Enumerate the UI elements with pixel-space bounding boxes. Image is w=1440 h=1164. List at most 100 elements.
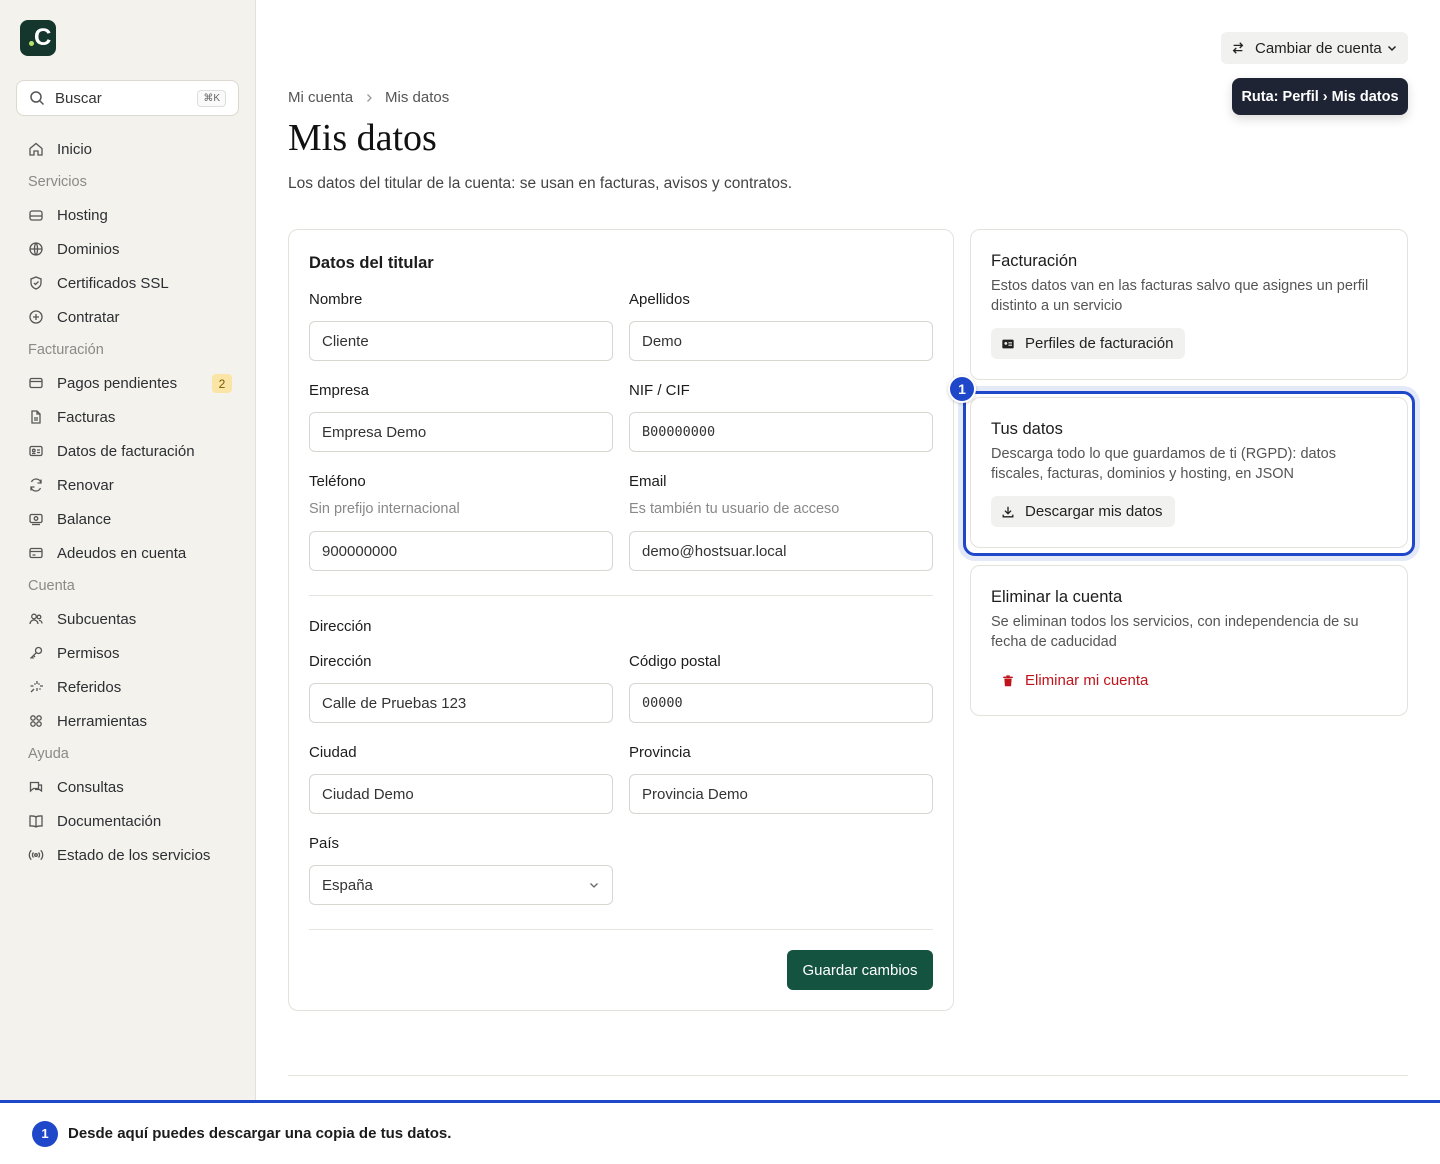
route-tooltip: Ruta: Perfil › Mis datos [1232,78,1408,115]
tour-highlight-ring [963,391,1415,556]
tour-step-number: 1 [32,1120,58,1147]
delete-account-card: Eliminar la cuenta Se eliminan todos los… [970,565,1408,716]
telefono-hint: Sin prefijo internacional [309,501,460,517]
sidebar-item-estado[interactable]: Estado de los servicios [16,838,240,872]
delete-card-desc: Se eliminan todos los servicios, con ind… [991,614,1359,650]
sidebar-item-label: Estado de los servicios [57,846,211,864]
sidebar-item-documentacion[interactable]: Documentación [16,804,240,838]
email-label: Email [629,473,667,490]
book-icon [29,815,43,828]
sidebar-item-label: Contratar [57,308,120,326]
sidebar-item-inicio[interactable]: Inicio [16,132,240,166]
ciudad-input[interactable]: Ciudad Demo [309,774,613,814]
telefono-label: Teléfono [309,473,366,490]
save-button[interactable]: Guardar cambios [787,950,933,990]
server-icon [29,210,43,221]
email-input[interactable]: demo@hostsuar.local [629,531,933,571]
empresa-label: Empresa [309,382,370,399]
search-placeholder: Buscar [55,89,102,107]
sidebar-item-label: Dominios [57,240,120,258]
nif-label: NIF / CIF [629,382,690,399]
email-hint: Es también tu usuario de acceso [629,501,840,517]
cash-icon [29,513,43,526]
page-title: Mis datos [288,117,437,159]
nav-section-facturacion: Facturación [28,342,104,358]
sidebar-item-subcuentas[interactable]: Subcuentas [16,602,240,636]
cp-label: Código postal [629,653,721,670]
sidebar-item-dominios[interactable]: Dominios [16,232,240,266]
cp-input[interactable]: 00000 [629,683,933,723]
sidebar-item-adeudos[interactable]: Adeudos en cuenta [16,536,240,570]
nav-section-servicios: Servicios [28,174,87,190]
pais-select[interactable]: España [309,865,613,905]
telefono-input[interactable]: 900000000 [309,531,613,571]
tour-step-text: Desde aquí puedes descargar una copia de… [68,1125,452,1142]
provincia-input[interactable]: Provincia Demo [629,774,933,814]
search-shortcut: ⌘K [197,89,226,107]
trash-icon [1003,674,1013,686]
sidebar-item-label: Facturas [57,408,116,426]
sidebar-item-label: Datos de facturación [57,442,195,460]
globe-icon [29,242,43,256]
sidebar-item-label: Consultas [57,778,124,796]
switch-account-label: Cambiar de cuenta [1255,39,1382,57]
chevron-down-icon [590,883,598,888]
key-icon [30,646,43,659]
delete-account-label: Eliminar mi cuenta [1025,672,1149,689]
sidebar-item-label: Certificados SSL [57,274,169,292]
nombre-label: Nombre [309,291,363,308]
sidebar-item-hosting[interactable]: Hosting [16,198,240,232]
sidebar-item-consultas[interactable]: Consultas [16,770,240,804]
empresa-input[interactable]: Empresa Demo [309,412,613,452]
pais-label: País [309,835,340,852]
pais-selected-value: España [322,876,373,894]
sidebar-item-label: Balance [57,510,112,528]
file-icon [31,410,41,424]
credit-card-icon [29,547,43,559]
broadcast-icon [28,849,44,861]
sidebar-item-label: Referidos [57,678,122,696]
sidebar-item-permisos[interactable]: Permisos [16,636,240,670]
sidebar-item-contratar[interactable]: Contratar [16,300,240,334]
sidebar-item-pagos[interactable]: Pagos pendientes 2 [16,366,240,400]
chat-icon [29,781,43,793]
billing-card: Facturación Estos datos van en las factu… [970,229,1408,380]
breadcrumb: Mi cuenta Mis datos [288,89,449,106]
nombre-input[interactable]: Cliente [309,321,613,361]
sidebar-item-label: Hosting [57,206,108,224]
billing-profiles-button[interactable]: Perfiles de facturación [991,328,1186,359]
direccion-label: Dirección [309,653,372,670]
nif-input[interactable]: B00000000 [629,412,933,452]
form-title: Datos del titular [309,254,434,272]
tour-bar: 1 Desde aquí puedes descargar una copia … [0,1100,1440,1164]
main-divider [288,1075,1408,1076]
refresh-icon [30,478,42,492]
billing-card-title: Facturación [991,252,1078,270]
direccion-input[interactable]: Calle de Pruebas 123 [309,683,613,723]
sidebar-item-renovar[interactable]: Renovar [16,468,240,502]
sidebar-item-referidos[interactable]: Referidos [16,670,240,704]
brand-logo[interactable]: C [20,20,56,56]
sparkles-icon [30,681,43,693]
logo-letter: C [34,24,52,51]
sidebar-item-label: Renovar [57,476,114,494]
chevron-down-icon [1387,45,1397,52]
sidebar-item-balance[interactable]: Balance [16,502,240,536]
search-input[interactable]: Buscar ⌘K [16,80,239,116]
apellidos-input[interactable]: Demo [629,321,933,361]
sidebar-item-herramientas[interactable]: Herramientas [16,704,240,738]
provincia-label: Provincia [629,744,691,761]
sidebar-nav: Inicio Servicios Hosting Dominios Certif… [16,132,240,872]
breadcrumb-root[interactable]: Mi cuenta [288,89,353,106]
apellidos-label: Apellidos [629,291,690,308]
sidebar-item-facturas[interactable]: Facturas [16,400,240,434]
delete-account-button[interactable]: Eliminar mi cuenta [991,665,1160,696]
switch-account-button[interactable]: Cambiar de cuenta [1221,32,1408,64]
sidebar: C Buscar ⌘K Inicio Servicios Hosting Dom… [0,0,256,1100]
search-icon [30,91,45,106]
tour-step-marker[interactable]: 1 [948,375,976,403]
sidebar-item-ssl[interactable]: Certificados SSL [16,266,240,300]
sidebar-item-label: Inicio [57,140,93,158]
sidebar-item-label: Adeudos en cuenta [57,544,187,562]
sidebar-item-datos-facturacion[interactable]: Datos de facturación [16,434,240,468]
